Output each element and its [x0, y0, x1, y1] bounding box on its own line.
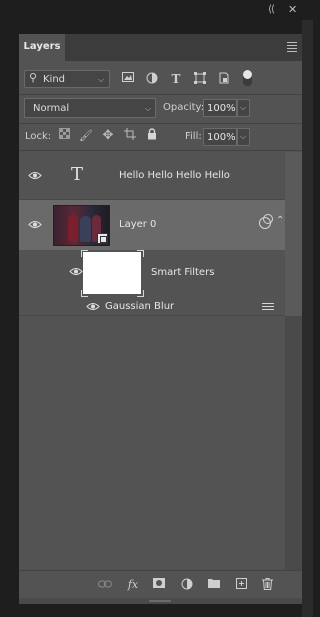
filter-kind-dropdown[interactable]: ⚲ Kind ⌵: [24, 70, 110, 88]
chevron-down-icon: ⌵: [240, 103, 247, 112]
chevron-down-icon: ⌵: [240, 132, 247, 141]
lock-row: Lock: 🖌 ✥ Fill: 100% ⌵: [19, 125, 302, 149]
layer-row-text[interactable]: T Hello Hello Hello Hello: [19, 152, 285, 200]
shape-layer-filter-icon[interactable]: [193, 72, 207, 86]
eye-icon[interactable]: [85, 302, 101, 312]
filter-toggle-switch[interactable]: [243, 70, 252, 86]
double-chevron-left-icon[interactable]: ⟨⟨: [268, 4, 275, 15]
new-adjustment-layer-icon[interactable]: [179, 578, 195, 592]
layers-panel: Layers ⚲ Kind ⌵ T Normal ⌵ Opacity: 100%…: [19, 34, 302, 604]
smart-filter-mask-thumbnail[interactable]: [83, 252, 141, 294]
fill-dropdown-button[interactable]: ⌵: [237, 128, 250, 146]
smart-filters-label: Smart Filters: [151, 267, 215, 278]
type-layer-icon: T: [71, 164, 84, 185]
chevron-down-icon: ⌵: [98, 75, 105, 84]
eye-icon[interactable]: [68, 267, 84, 277]
blend-row: Normal ⌵ Opacity: 100% ⌵: [19, 96, 302, 121]
new-layer-icon[interactable]: [233, 578, 249, 592]
layers-scrollbar[interactable]: [285, 152, 302, 598]
divider: [19, 123, 302, 124]
delete-layer-icon[interactable]: [259, 578, 275, 592]
smart-filters-row[interactable]: Smart Filters: [19, 250, 285, 298]
type-layer-filter-icon[interactable]: T: [169, 72, 183, 86]
fill-field[interactable]: 100%: [203, 128, 237, 146]
opacity-dropdown-button[interactable]: ⌵: [237, 99, 250, 117]
eye-icon[interactable]: [27, 220, 43, 230]
dock-edge: [302, 20, 313, 617]
fx-icon[interactable]: fx: [125, 578, 141, 592]
layer-thumbnail: [53, 205, 110, 246]
chevron-up-icon[interactable]: ⌃: [276, 215, 284, 226]
panel-dock-header: ⟨⟨ ✕: [0, 0, 313, 20]
opacity-field[interactable]: 100%: [203, 99, 237, 117]
lock-label: Lock:: [25, 131, 52, 142]
opacity-label: Opacity:: [163, 102, 205, 113]
layer-row-smart-object[interactable]: Layer 0 ⌃: [19, 200, 285, 250]
selection-corner: [137, 250, 144, 257]
chevron-down-icon: ⌵: [145, 104, 152, 113]
panel-resize-handle[interactable]: [19, 598, 302, 604]
layers-footer-toolbar: fx: [19, 570, 302, 599]
lock-transparent-pixels-icon[interactable]: [57, 128, 71, 144]
eye-icon[interactable]: [27, 171, 43, 181]
layers-list: T Hello Hello Hello Hello Layer 0 ⌃ Smar…: [19, 152, 302, 598]
tab-layers[interactable]: Layers: [19, 34, 65, 61]
scrollbar-thumb[interactable]: [285, 152, 302, 316]
layer-filter-row: ⚲ Kind ⌵ T: [19, 66, 302, 93]
divider: [19, 94, 302, 95]
adjustment-layer-filter-icon[interactable]: [145, 72, 159, 86]
pixel-layer-filter-icon[interactable]: [121, 72, 135, 86]
layer-name[interactable]: Hello Hello Hello Hello: [119, 170, 230, 181]
close-icon[interactable]: ✕: [288, 3, 297, 16]
selection-corner: [81, 290, 88, 297]
panel-tab-bar: Layers: [19, 34, 302, 61]
blend-mode-dropdown[interactable]: Normal ⌵: [24, 98, 156, 118]
fill-label: Fill:: [185, 131, 202, 142]
fill-value: 100%: [207, 132, 236, 143]
smart-object-filter-icon[interactable]: [217, 72, 231, 86]
blending-options-icon[interactable]: [262, 303, 274, 312]
selection-corner: [81, 250, 88, 257]
link-layers-icon[interactable]: [97, 578, 113, 592]
divider: [19, 150, 302, 151]
filter-kind-label: Kind: [43, 74, 66, 85]
smart-filter-indicator-icon: [263, 214, 273, 224]
smart-object-badge-icon: [97, 233, 108, 244]
lock-artboard-icon[interactable]: [123, 128, 137, 144]
lock-image-pixels-icon[interactable]: 🖌: [79, 128, 93, 144]
search-icon: ⚲: [29, 71, 38, 84]
opacity-value: 100%: [207, 103, 236, 114]
add-mask-icon[interactable]: [151, 578, 167, 592]
selection-corner: [137, 290, 144, 297]
lock-position-icon[interactable]: ✥: [101, 128, 115, 144]
panel-menu-icon[interactable]: [287, 42, 297, 54]
blend-mode-value: Normal: [33, 103, 70, 114]
new-group-icon[interactable]: [206, 578, 222, 592]
filter-row-gaussian-blur[interactable]: Gaussian Blur: [19, 298, 285, 316]
filter-name[interactable]: Gaussian Blur: [105, 301, 174, 312]
lock-all-icon[interactable]: [145, 128, 159, 144]
layer-name[interactable]: Layer 0: [119, 219, 156, 230]
